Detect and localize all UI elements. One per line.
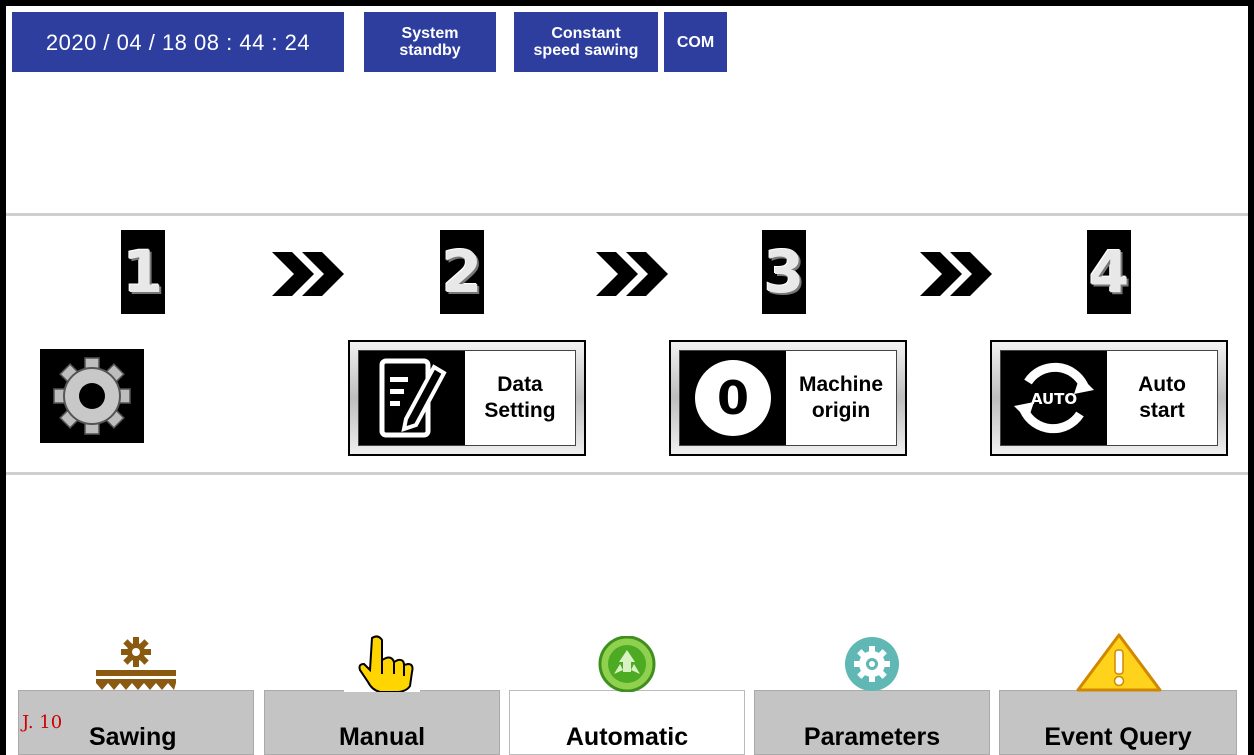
svg-text:0: 0 (717, 371, 749, 425)
auto-start-button[interactable]: AUTO Auto start (990, 340, 1228, 456)
settings-gear-button[interactable] (40, 349, 144, 443)
data-setting-button[interactable]: Data Setting (348, 340, 586, 456)
chevron-right-icon (596, 252, 668, 296)
auto-cycle-icon: AUTO (1001, 351, 1107, 445)
version-label: J. 10 (22, 712, 63, 733)
tab-event-query[interactable]: Event Query (999, 690, 1237, 755)
sawing-mode-line1: Constant (551, 25, 621, 42)
step-3: 3 (762, 230, 806, 314)
tab-parameters-label: Parameters (803, 723, 941, 751)
svg-text:AUTO: AUTO (1031, 390, 1077, 408)
hand-pointer-icon (344, 635, 420, 692)
bottom-divider (6, 472, 1248, 475)
tab-manual-label: Manual (338, 723, 426, 751)
gear-icon (53, 357, 131, 435)
step-1: 1 (121, 230, 165, 314)
gear-icon (845, 637, 899, 691)
warning-icon (1076, 633, 1162, 692)
com-indicator: COM (664, 12, 727, 72)
sawing-mode-badge: Constant speed sawing (514, 12, 658, 72)
chevron-right-icon (272, 252, 344, 296)
step-2: 2 (440, 230, 484, 314)
tab-sawing-label: Sawing (89, 723, 177, 751)
system-state-line1: System (401, 25, 459, 42)
tab-automatic[interactable]: Automatic (509, 690, 745, 755)
edit-document-icon (359, 351, 465, 445)
machine-origin-button[interactable]: 0 Machine origin (669, 340, 907, 456)
tab-parameters[interactable]: Parameters (754, 690, 990, 755)
system-state-line2: standby (399, 42, 461, 59)
tab-automatic-label: Automatic (565, 723, 689, 751)
top-divider (6, 213, 1248, 216)
zero-origin-icon: 0 (680, 351, 786, 445)
auto-start-label: Auto start (1138, 373, 1186, 422)
chevron-right-icon (920, 252, 992, 296)
system-state-badge: System standby (364, 12, 496, 72)
tab-manual[interactable]: Manual (264, 690, 500, 755)
data-setting-label: Data Setting (484, 373, 556, 422)
step-4: 4 (1087, 230, 1131, 314)
datetime-display: 2020 / 04 / 18 08 : 44 : 24 (12, 12, 344, 72)
tab-event-query-label: Event Query (1044, 723, 1192, 751)
sawing-mode-line2: speed sawing (533, 42, 639, 59)
machine-origin-label: Machine origin (798, 373, 884, 422)
saw-blade-icon (96, 637, 176, 690)
recycle-icon (598, 636, 656, 692)
